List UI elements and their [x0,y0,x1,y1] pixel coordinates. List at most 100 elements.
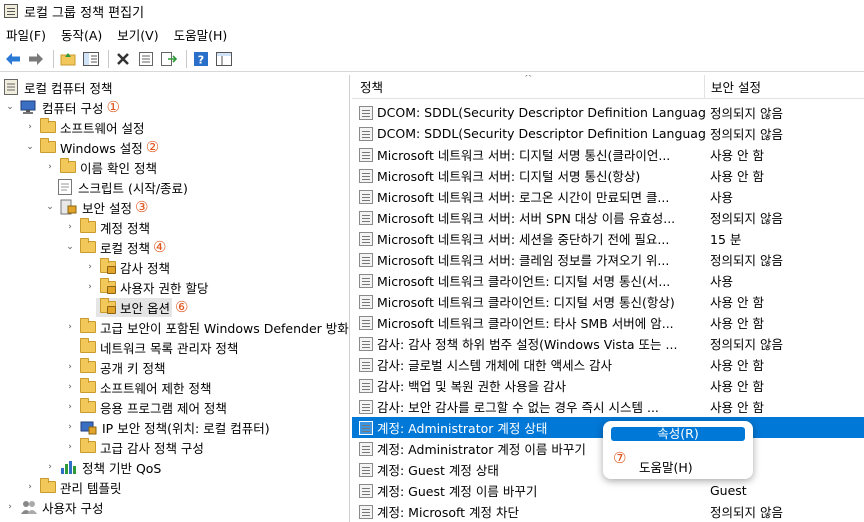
menu-action[interactable]: 동작(A) [61,25,102,44]
chevron-right-icon[interactable]: › [64,321,76,333]
toolbar-separator [108,49,109,68]
chevron-down-icon[interactable]: ⌄ [4,101,16,113]
policy-row[interactable]: Microsoft 네트워크 서버: 클레임 정보를 가져오기 위... 정의되지… [352,249,864,270]
policy-row[interactable]: Microsoft 네트워크 서버: 서버 SPN 대상 이름 유효성... 정의… [352,207,864,228]
chevron-down-icon[interactable]: ⌄ [64,241,76,253]
forward-icon[interactable] [26,49,46,69]
tree-item-user-rights[interactable]: › 사용자 권한 할당 [84,277,208,297]
folder-icon [80,238,96,253]
tree-item-ip-security[interactable]: › IP 보안 정책(위치: 로컬 컴퓨터) [64,417,270,437]
policy-name: 감사: 백업 및 복원 권한 사용을 감사 [377,379,567,394]
chevron-down-icon[interactable]: ⌄ [44,201,56,213]
menu-item-properties[interactable]: 속성(R) [611,427,745,441]
tree-item-network-list[interactable]: 네트워크 목록 관리자 정책 [76,337,238,357]
tree-item-advanced-audit[interactable]: › 고급 감사 정책 구성 [64,437,204,457]
tree-item-user-config[interactable]: › 사용자 구성 [4,497,103,517]
policy-name: Microsoft 네트워크 서버: 로그온 시간이 만료되면 클... [377,190,670,205]
chevron-right-icon[interactable]: › [24,121,36,133]
policy-setting-icon [359,210,373,225]
tree-item-scripts[interactable]: 스크립트 (시작/종료) [56,177,188,197]
help-icon[interactable]: ? [191,49,211,69]
policy-setting-icon [359,399,373,414]
tree-item-qos[interactable]: › 정책 기반 QoS [44,457,161,477]
tree-item-audit-policy[interactable]: › 감사 정책 [84,257,170,277]
policy-name: Microsoft 네트워크 서버: 디지털 서명 통신(항상) [377,169,641,184]
column-header-setting[interactable]: 보안 설정 [704,75,864,99]
chevron-right-icon[interactable]: › [64,401,76,413]
chevron-right-icon[interactable]: › [84,261,96,273]
chevron-right-icon[interactable]: › [64,221,76,233]
export-icon[interactable] [159,49,179,69]
properties-icon[interactable] [136,49,156,69]
view-icon[interactable] [214,49,234,69]
chevron-right-icon[interactable]: › [64,441,76,453]
policy-row[interactable]: Microsoft 네트워크 서버: 디지털 서명 통신(항상) 사용 안 함 [352,165,864,186]
policy-row[interactable]: Microsoft 네트워크 클라이언트: 타사 SMB 서버에 암... 사용 … [352,312,864,333]
annotation-number: ② [145,137,160,156]
show-hide-tree-icon[interactable] [81,49,101,69]
tree-item-admin-templates[interactable]: › 관리 템플릿 [24,477,121,497]
policy-setting-icon [359,315,373,330]
policy-row[interactable]: DCOM: SDDL(Security Descriptor Definitio… [352,102,864,123]
tree-item-account-policies[interactable]: › 계정 정책 [64,217,150,237]
policy-row[interactable]: 감사: 보안 감사를 로그할 수 없는 경우 즉시 시스템 ... 사용 안 함 [352,396,864,417]
delete-icon[interactable] [113,49,133,69]
tree-item-security-settings[interactable]: ⌄ 보안 설정 ③ [44,197,148,217]
tree-item-computer[interactable]: ⌄ 컴퓨터 구성 ① [4,97,120,117]
policy-name: 감사: 감사 정책 하위 범주 설정(Windows Vista 또는 ... [377,337,678,352]
policy-row[interactable]: Microsoft 네트워크 서버: 세션을 중단하기 전에 필요... 15 분 [352,228,864,249]
menu-file[interactable]: 파일(F) [6,25,46,44]
toolbar: ? [0,46,864,72]
chevron-right-icon[interactable]: › [64,421,76,433]
policy-row[interactable]: Microsoft 네트워크 서버: 로그온 시간이 만료되면 클... 사용 [352,186,864,207]
policy-value: 사용 [710,190,734,205]
tree-label: 스크립트 (시작/종료) [78,180,188,196]
tree-item-software-restriction[interactable]: › 소프트웨어 제한 정책 [64,377,211,397]
window-title: 로컬 그룹 정책 편집기 [24,5,145,21]
tree-item-software-settings[interactable]: › 소프트웨어 설정 [24,117,144,137]
tree-item-app-control[interactable]: › 응용 프로그램 제어 정책 [64,397,227,417]
policy-row[interactable]: 감사: 글로벌 시스템 개체에 대한 액세스 감사 사용 안 함 [352,354,864,375]
chevron-right-icon[interactable]: › [44,161,56,173]
chevron-down-icon[interactable]: ⌄ [24,141,36,153]
back-icon[interactable] [3,49,23,69]
chevron-right-icon[interactable]: › [64,361,76,373]
tree-label: 보안 설정 [82,200,132,216]
menu-item-help[interactable]: 도움말(H) [639,457,693,476]
policy-row[interactable]: 계정: Guest 계정 이름 바꾸기 Guest [352,480,864,501]
tree-item-name-resolution[interactable]: › 이름 확인 정책 [44,157,157,177]
policy-value: 사용 안 함 [710,400,764,415]
menu-help[interactable]: 도움말(H) [174,25,228,44]
policy-row[interactable]: 감사: 감사 정책 하위 범주 설정(Windows Vista 또는 ... 정… [352,333,864,354]
policy-row[interactable]: Microsoft 네트워크 클라이언트: 디지털 서명 통신(서... 사용 [352,270,864,291]
policy-setting-icon [359,147,373,162]
policy-row[interactable]: Microsoft 네트워크 서버: 디지털 서명 통신(클라이언... 사용 안… [352,144,864,165]
column-header-policy[interactable]: 정책 ^ [352,75,704,99]
policy-name: DCOM: SDDL(Security Descriptor Definitio… [377,126,707,141]
policy-row[interactable]: DCOM: SDDL(Security Descriptor Definitio… [352,123,864,144]
tree-item-local-policies[interactable]: ⌄ 로컬 정책 ④ [64,237,166,257]
policy-name: Microsoft 네트워크 서버: 디지털 서명 통신(클라이언... [377,148,671,163]
policy-setting-icon [359,462,373,477]
tree-item-windows-settings[interactable]: ⌄ Windows 설정 ② [24,137,159,157]
policy-row[interactable]: Microsoft 네트워크 클라이언트: 디지털 서명 통신(항상) 사용 안 … [352,291,864,312]
chevron-right-icon[interactable]: › [24,481,36,493]
menu-view[interactable]: 보기(V) [117,25,158,44]
policy-row[interactable]: 계정: Microsoft 계정 차단 정의되지 않음 [352,501,864,522]
tree-label: 응용 프로그램 제어 정책 [100,400,227,416]
chevron-right-icon[interactable]: › [84,281,96,293]
up-folder-icon[interactable] [58,49,78,69]
chevron-right-icon[interactable]: › [44,461,56,473]
chevron-right-icon[interactable]: › [4,501,16,513]
tree-label: IP 보안 정책(위치: 로컬 컴퓨터) [102,420,270,436]
tree-label: 소프트웨어 설정 [60,120,145,136]
chevron-right-icon[interactable]: › [64,381,76,393]
tree-item-public-key[interactable]: › 공개 키 정책 [64,357,165,377]
policy-row[interactable]: 감사: 백업 및 복원 권한 사용을 감사 사용 안 함 [352,375,864,396]
policy-value: 사용 [710,274,734,289]
tree-item-root[interactable]: 로컬 컴퓨터 정책 [4,77,112,97]
tree-item-security-options[interactable]: 보안 옵션 ⑥ [96,297,188,317]
policy-value: 사용 안 함 [710,169,764,184]
tree-item-defender-firewall[interactable]: › 고급 보안이 포함된 Windows Defender 방화벽 [64,317,349,337]
tree-label: 정책 기반 QoS [82,460,162,476]
